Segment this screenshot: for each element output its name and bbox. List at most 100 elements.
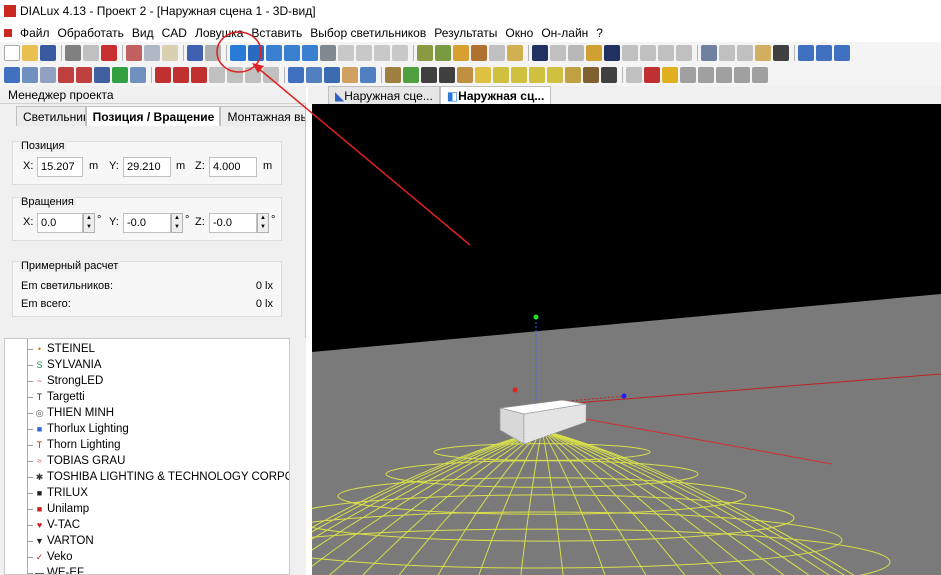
menu-view[interactable]: Вид [128,26,158,40]
manufacturer-item[interactable]: ▼ VARTON [5,533,289,549]
tool-icon[interactable] [511,67,527,83]
tool-icon[interactable] [475,67,491,83]
tab-outdoor-scene-1[interactable]: ◣Наружная сце... [328,86,440,104]
tool-icon[interactable] [374,45,390,61]
tool-icon[interactable] [489,45,505,61]
manufacturer-item[interactable]: ≈ TOBIAS GRAU [5,453,289,469]
print-icon[interactable] [65,45,81,61]
tool-icon[interactable] [604,45,620,61]
manufacturer-item[interactable]: ✱ TOSHIBA LIGHTING & TECHNOLOGY CORPORAT [5,469,289,485]
rot-z-field[interactable]: -0.0 [209,213,257,233]
rot-y-spinner[interactable]: ▲ ▼ [171,213,183,233]
tab-luminaire[interactable]: Светильник [16,106,86,126]
rot-x-field[interactable]: 0.0 [37,213,83,233]
save-icon[interactable] [40,45,56,61]
tool-icon[interactable] [227,67,243,83]
pointer-icon[interactable] [288,67,304,83]
redo-icon[interactable] [205,45,221,61]
tool-icon[interactable] [392,45,408,61]
tool-icon[interactable] [245,67,261,83]
pos-z-field[interactable]: 4.000 [209,157,257,177]
tool-icon[interactable] [737,45,753,61]
tool-icon[interactable] [529,67,545,83]
tool-icon[interactable] [773,45,789,61]
select-icon[interactable] [58,67,74,83]
tool-icon[interactable] [155,67,171,83]
front-view-icon[interactable] [266,45,282,61]
zoom-icon[interactable] [306,67,322,83]
render-icon[interactable] [532,45,548,61]
tool-icon[interactable] [568,45,584,61]
zoom-view-icon[interactable] [320,45,336,61]
rot-y-field[interactable]: -0.0 [123,213,171,233]
tool-icon[interactable] [471,45,487,61]
circle-icon[interactable] [734,67,750,83]
key-icon[interactable] [755,45,771,61]
tool-icon[interactable] [640,45,656,61]
tool-icon[interactable] [360,67,376,83]
tool-icon[interactable] [565,67,581,83]
menu-results[interactable]: Результаты [430,26,501,40]
tool-icon[interactable] [658,45,674,61]
tree-scrollbar[interactable] [290,338,306,575]
tool-icon[interactable] [719,45,735,61]
rot-z-spinner[interactable]: ▲ ▼ [257,213,269,233]
open-folder-icon[interactable] [22,45,38,61]
manufacturer-item[interactable]: ~ StrongLED [5,373,289,389]
tool-icon[interactable] [507,45,523,61]
tool-icon[interactable] [662,67,678,83]
tool-icon[interactable] [385,67,401,83]
manufacturer-item[interactable]: • STEINEL [5,341,289,357]
tool-icon[interactable] [644,67,660,83]
line-icon[interactable] [680,67,696,83]
cut-icon[interactable] [126,45,142,61]
manufacturer-item[interactable]: T Thorn Lighting [5,437,289,453]
select-icon[interactable] [130,67,146,83]
select-icon[interactable] [76,67,92,83]
tool-icon[interactable] [453,45,469,61]
select-icon[interactable] [94,67,110,83]
tool-icon[interactable] [586,45,602,61]
x-axis-handle[interactable] [621,393,627,399]
tool-icon[interactable] [403,67,419,83]
pos-y-field[interactable]: 29.210 [123,157,171,177]
select-icon[interactable] [22,67,38,83]
tool-icon[interactable] [338,45,354,61]
tool-icon[interactable] [601,67,617,83]
tab-mounting[interactable]: Монтажная вы [220,106,306,126]
curve-icon[interactable] [716,67,732,83]
menu-file[interactable]: Файл [16,26,54,40]
menu-insert[interactable]: Вставить [247,26,306,40]
manufacturer-item[interactable]: ■ TRILUX [5,485,289,501]
tool-icon[interactable] [209,67,225,83]
polyline-icon[interactable] [698,67,714,83]
tool-icon[interactable] [356,45,372,61]
tool-icon[interactable] [457,67,473,83]
manufacturer-item[interactable]: ✓ Veko [5,549,289,565]
side-view-icon[interactable] [284,45,300,61]
select-icon[interactable] [112,67,128,83]
tab-position-rotation[interactable]: Позиция / Вращение [85,106,221,126]
manufacturer-item[interactable]: ■ Thorlux Lighting [5,421,289,437]
manufacturer-item[interactable]: ♥ V-TAC [5,517,289,533]
menu-cad[interactable]: CAD [158,26,191,40]
floor-plan-view-icon[interactable] [248,45,264,61]
3d-view-icon[interactable] [230,45,246,61]
tool-icon[interactable] [173,67,189,83]
pdf-icon[interactable] [101,45,117,61]
manufacturer-item[interactable]: S SYLVANIA [5,357,289,373]
menu-luminaire-selection[interactable]: Выбор светильников [306,26,430,40]
paste-icon[interactable] [162,45,178,61]
manufacturer-item[interactable]: T Targetti [5,389,289,405]
undo-icon[interactable] [187,45,203,61]
tool-icon[interactable] [421,67,437,83]
manufacturer-item[interactable]: ▬ WE-EF [5,565,289,574]
tool-icon[interactable] [550,45,566,61]
print-preview-icon[interactable] [83,45,99,61]
menu-snap[interactable]: Ловушка [191,26,247,40]
tool-icon[interactable] [583,67,599,83]
calculator-icon[interactable] [701,45,717,61]
tool-icon[interactable] [834,45,850,61]
document-icon[interactable] [4,29,12,37]
tool-icon[interactable] [626,67,642,83]
